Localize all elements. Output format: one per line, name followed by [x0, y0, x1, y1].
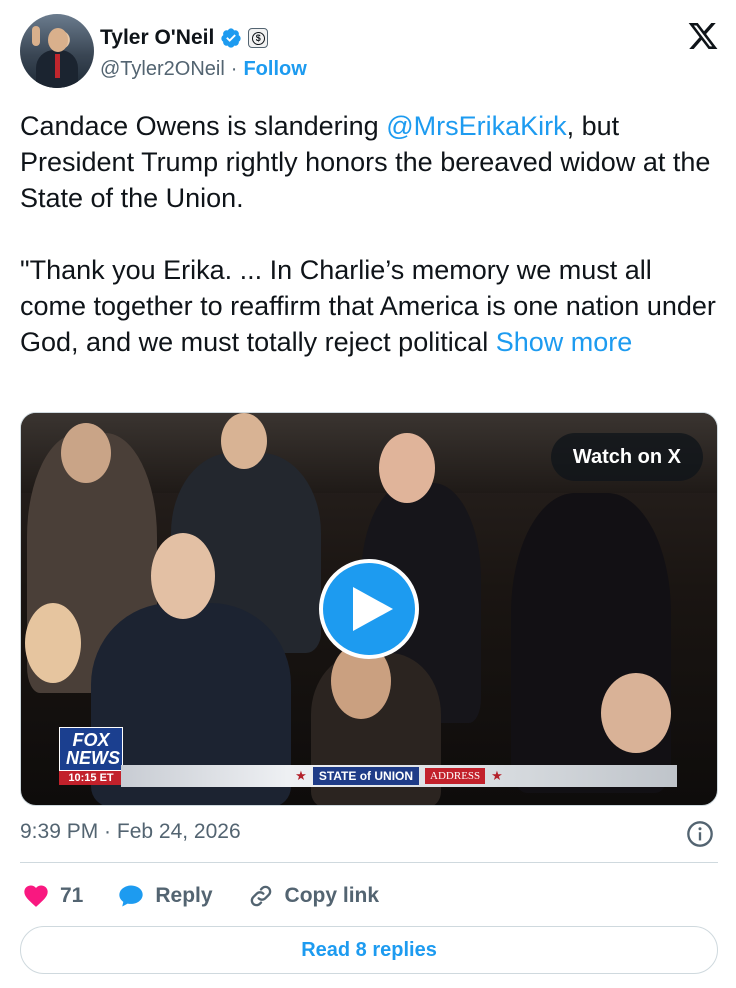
verified-badge-icon [221, 28, 241, 48]
video-chyron: ★ STATE of UNION ADDRESS ★ [121, 765, 677, 787]
divider [20, 862, 718, 863]
author-handle-row: @Tyler2ONeil · Follow [100, 58, 307, 81]
avatar-head [48, 28, 68, 52]
video-face [221, 413, 267, 469]
handle-separator: · [230, 58, 238, 80]
avatar-hand [32, 26, 40, 46]
x-logo-icon[interactable] [686, 20, 720, 52]
avatar-tie [55, 54, 60, 78]
watch-on-x-button[interactable]: Watch on X [550, 433, 703, 481]
author-name[interactable]: Tyler O'Neil [100, 26, 214, 50]
fox-news-bug: FOX NEWS 10:15 ET [59, 727, 123, 785]
dollar-badge-icon: $ [248, 28, 269, 48]
like-button[interactable]: 71 [22, 882, 83, 910]
info-icon[interactable] [686, 820, 714, 848]
play-triangle-icon [353, 587, 393, 631]
chyron-main: STATE of UNION [312, 767, 420, 785]
author-name-row: Tyler O'Neil $ [100, 26, 269, 50]
heart-icon [24, 885, 48, 907]
mention-link[interactable]: @MrsErikaKirk [386, 111, 566, 141]
follow-button[interactable]: Follow [243, 58, 306, 81]
video-face [601, 673, 671, 753]
reply-button[interactable]: Reply [117, 882, 213, 910]
video-face [25, 603, 81, 683]
video-player[interactable]: Watch on X FOX NEWS 10:15 ET ★ STATE of … [20, 412, 718, 806]
show-more-link[interactable]: Show more [496, 327, 633, 357]
fox-news-time: 10:15 ET [59, 771, 123, 785]
chyron-sub: ADDRESS [425, 768, 486, 784]
chyron-star-icon: ★ [295, 768, 307, 783]
read-replies-button[interactable]: Read 8 replies [20, 926, 718, 974]
author-avatar[interactable] [20, 14, 94, 88]
video-face [61, 423, 111, 483]
tweet-text-part2: , but President Trump rightly honors the… [20, 111, 716, 357]
tweet-actions: 71 Reply Copy link [22, 876, 413, 916]
copy-link-button[interactable]: Copy link [247, 882, 380, 910]
tweet-text-part1: Candace Owens is slandering [20, 111, 387, 141]
tweet-timestamp[interactable]: 9:39 PM · Feb 24, 2026 [20, 820, 241, 844]
like-count: 71 [60, 884, 84, 907]
video-face [379, 433, 435, 503]
chyron-star-icon: ★ [491, 768, 503, 783]
author-handle[interactable]: @Tyler2ONeil [100, 58, 225, 81]
play-icon[interactable] [319, 559, 419, 659]
video-face [151, 533, 215, 619]
tweet-text: Candace Owens is slandering @MrsErikaKir… [20, 108, 716, 360]
fox-news-logo: FOX NEWS [59, 727, 123, 771]
tweet-header: Tyler O'Neil $ @Tyler2ONeil · Follow [20, 14, 720, 88]
reply-bubble-icon [119, 885, 144, 907]
copy-link-label: Copy link [284, 884, 380, 907]
link-icon [250, 885, 271, 907]
reply-label: Reply [155, 884, 213, 907]
